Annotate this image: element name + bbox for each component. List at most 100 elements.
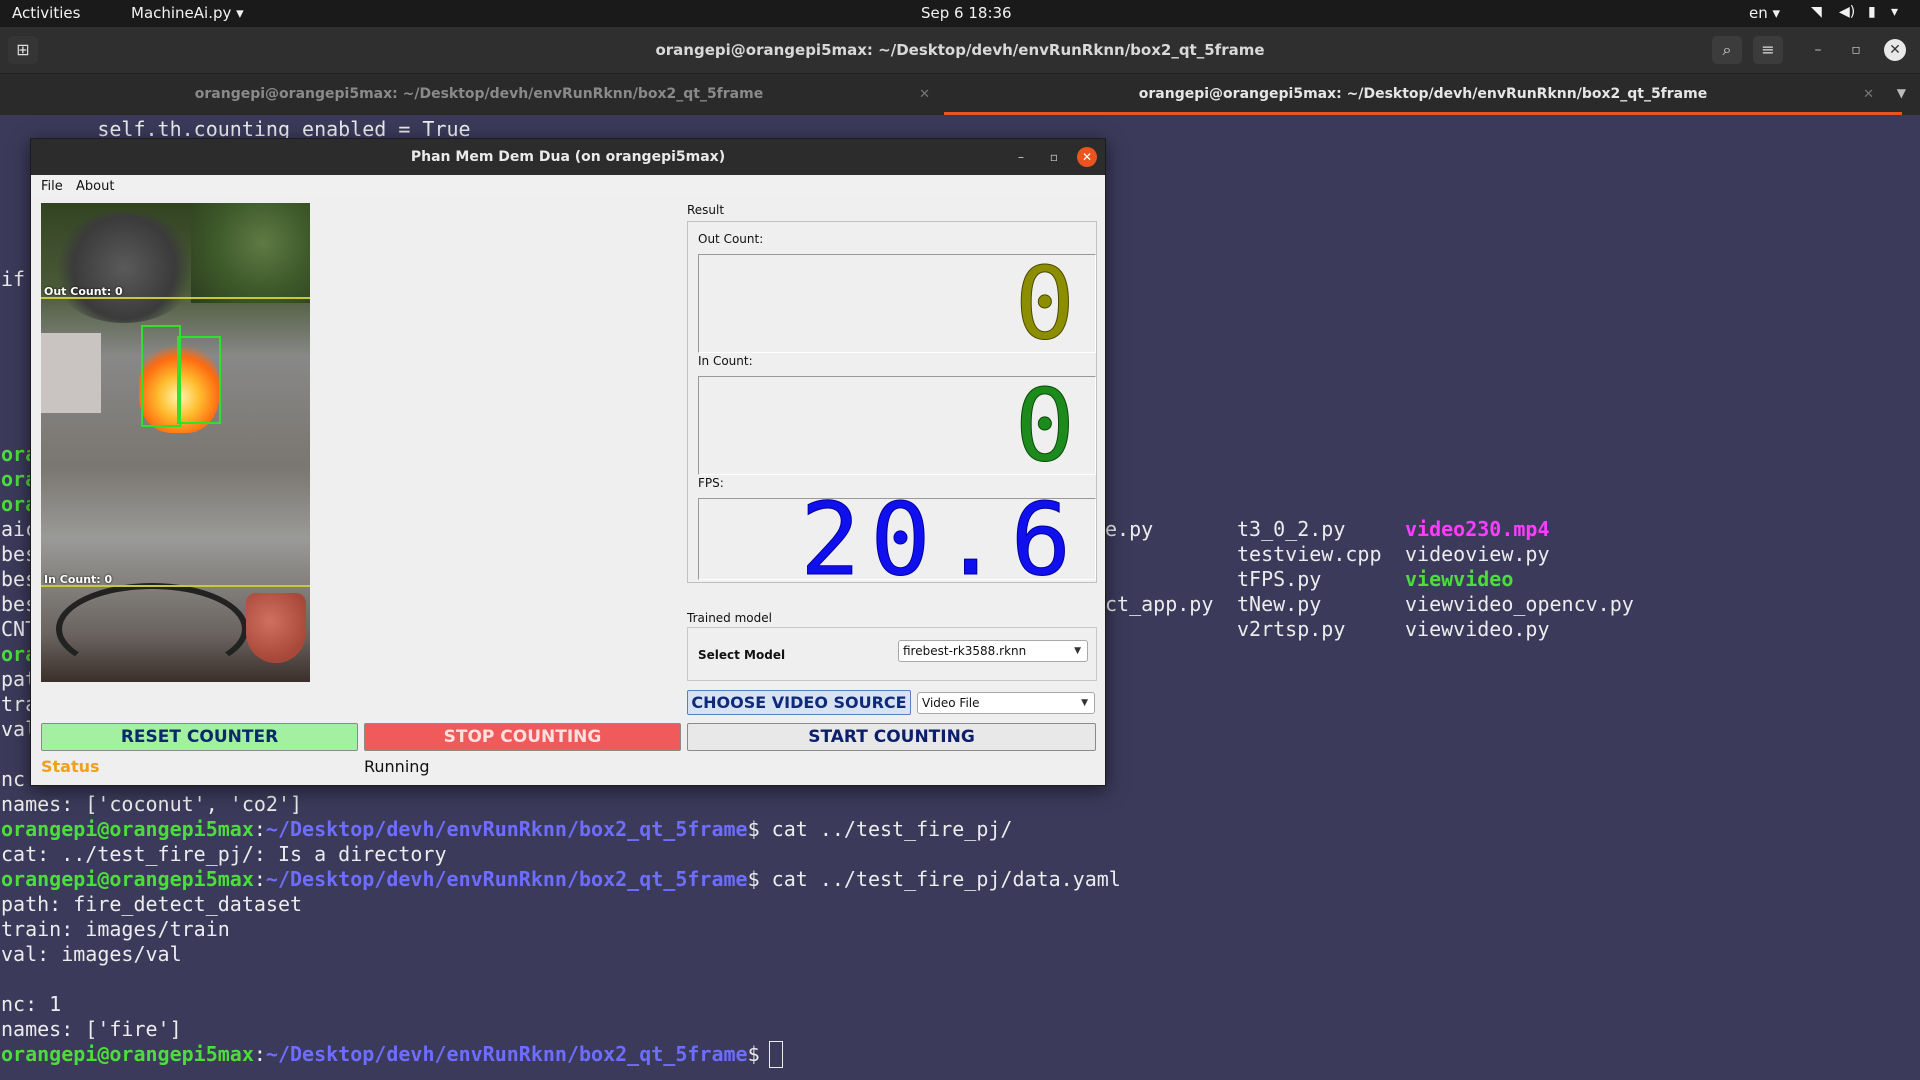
out-count-label: Out Count: [698, 232, 764, 246]
chevron-down-icon: ▾ [236, 4, 244, 22]
maximize-button[interactable]: ▫ [1845, 39, 1867, 61]
command-text: cat ../test_fire_pj/ [759, 817, 1013, 841]
terminal-line: train: images/train [1, 917, 230, 941]
detection-box [177, 336, 221, 424]
search-button[interactable]: ⌕ [1712, 36, 1742, 64]
tab-list-chevron-icon[interactable]: ▼ [1897, 86, 1906, 100]
file-name: tNew.py [1237, 592, 1322, 616]
close-icon: ✕ [1081, 150, 1093, 164]
file-name: v2rtsp.py [1237, 617, 1346, 641]
command-text: cat ../test_fire_pj/data.yaml [759, 867, 1121, 891]
app-menu-label: MachineAi.py [131, 4, 232, 22]
terminal-tab-bar: orangepi@orangepi5max: ~/Desktop/devh/en… [0, 74, 1920, 115]
start-counting-button[interactable]: START COUNTING [687, 723, 1096, 751]
terminal-tab-1[interactable]: orangepi@orangepi5max: ~/Desktop/devh/en… [0, 74, 958, 115]
choose-video-source-button[interactable]: CHOOSE VIDEO SOURCE [687, 690, 911, 715]
close-icon: ✕ [1889, 42, 1901, 58]
terminal-line: val: images/val [1, 942, 182, 966]
file-name: viewvideo [1405, 567, 1514, 591]
language-indicator[interactable]: en ▾ [1749, 4, 1780, 22]
menu-button[interactable]: ≡ [1753, 36, 1783, 64]
flower-pot [246, 593, 306, 663]
wifi-icon[interactable]: ◥ [1811, 4, 1822, 20]
chevron-down-icon: ▼ [1081, 698, 1088, 708]
in-count-display: 0 [698, 370, 1096, 481]
model-select-value: firebest-rk3588.rknn [903, 644, 1027, 658]
menu-file[interactable]: File [41, 179, 63, 194]
smoke [49, 213, 199, 323]
terminal-line: names: ['coconut', 'co2'] [1, 792, 303, 816]
volume-icon[interactable]: ◀) [1839, 4, 1855, 20]
app-titlebar[interactable]: Phan Mem Dem Dua (on orangepi5max) – ▫ ✕ [31, 139, 1105, 175]
fps-value: 20.6 [800, 481, 1081, 598]
app-maximize-button[interactable]: ▫ [1044, 147, 1064, 167]
terminal-line: path: fire_detect_dataset [1, 892, 303, 916]
clock[interactable]: Sep 6 18:36 [921, 4, 1012, 22]
minimize-button[interactable]: – [1807, 39, 1829, 61]
prompt-line: orangepi@orangepi5max:~/Desktop/devh/env… [1, 817, 1013, 841]
terminal-title: orangepi@orangepi5max: ~/Desktop/devh/en… [655, 41, 1265, 59]
close-tab-icon[interactable]: ✕ [1863, 74, 1874, 115]
prompt-line: orangepi@orangepi5max:~/Desktop/devh/env… [1, 867, 1121, 891]
app-menu-button[interactable]: MachineAi.py ▾ [131, 4, 244, 22]
tab-label: orangepi@orangepi5max: ~/Desktop/devh/en… [194, 86, 764, 102]
activities-button[interactable]: Activities [12, 4, 80, 22]
terminal-fragment: nc [1, 767, 26, 791]
stop-counting-button[interactable]: STOP COUNTING [364, 723, 681, 751]
close-tab-icon[interactable]: ✕ [919, 74, 930, 115]
menu-about[interactable]: About [76, 179, 114, 194]
file-name: t3_0_2.py [1237, 517, 1346, 541]
minimize-icon: – [1814, 42, 1822, 58]
result-panel: Out Count: 0 In Count: 0 FPS: 20.6 [687, 221, 1097, 595]
terminal-line: cat: ../test_fire_pj/: Is a directory [1, 842, 447, 866]
in-count-label: In Count: [698, 354, 753, 368]
chevron-down-icon: ▾ [1772, 4, 1781, 22]
shed [41, 333, 101, 413]
file-name: tFPS.py [1237, 567, 1322, 591]
prompt-path: ~/Desktop/devh/envRunRknn/box2_qt_5frame [265, 1042, 748, 1066]
file-name: video230.mp4 [1405, 517, 1550, 541]
reset-counter-button[interactable]: RESET COUNTER [41, 723, 358, 751]
app-close-button[interactable]: ✕ [1077, 147, 1097, 167]
terminal-tab-2[interactable]: orangepi@orangepi5max: ~/Desktop/devh/en… [944, 74, 1902, 115]
minimize-icon: – [1018, 150, 1024, 164]
video-in-count-label: In Count: 0 [44, 573, 113, 586]
counter-app-window: Phan Mem Dem Dua (on orangepi5max) – ▫ ✕… [30, 138, 1106, 786]
file-name: testview.cpp [1237, 542, 1382, 566]
prompt-user: orangepi@orangepi5max [1, 817, 254, 841]
hamburger-menu-icon: ≡ [1761, 40, 1775, 59]
app-title: Phan Mem Dem Dua (on orangepi5max) [410, 149, 726, 165]
garden-hose [56, 583, 248, 675]
result-label: Result [687, 203, 725, 217]
out-count-value: 0 [1014, 245, 1081, 362]
trained-model-label: Trained model [687, 611, 772, 625]
video-preview: Out Count: 0 In Count: 0 [41, 203, 310, 682]
terminal-line: nc: 1 [1, 992, 62, 1016]
prompt-user: orangepi@orangepi5max [1, 1042, 254, 1066]
trained-model-group: Select Model firebest-rk3588.rknn ▼ [687, 627, 1097, 681]
fps-label: FPS: [698, 476, 724, 490]
search-icon: ⌕ [1722, 40, 1732, 59]
status-label: Status [41, 757, 100, 776]
file-name: ct_app.py [1105, 592, 1214, 616]
app-minimize-button[interactable]: – [1011, 147, 1031, 167]
video-out-count-label: Out Count: 0 [44, 285, 123, 298]
model-select[interactable]: firebest-rk3588.rknn ▼ [898, 640, 1088, 662]
in-count-value: 0 [1014, 367, 1081, 484]
maximize-icon: ▫ [1851, 42, 1861, 58]
chevron-down-icon[interactable]: ▾ [1891, 4, 1898, 20]
video-source-value: Video File [922, 696, 980, 710]
trees-background [191, 203, 310, 303]
file-name: viewvideo_opencv.py [1405, 592, 1634, 616]
fps-display: 20.6 [698, 484, 1096, 595]
terminal-headerbar: ⊞ orangepi@orangepi5max: ~/Desktop/devh/… [0, 27, 1920, 74]
close-button[interactable]: ✕ [1884, 39, 1906, 61]
terminal-cursor [769, 1041, 783, 1068]
file-name: viewvideo.py [1405, 617, 1550, 641]
top-bar: Activities MachineAi.py ▾ Sep 6 18:36 en… [0, 0, 1920, 27]
file-name: videoview.py [1405, 542, 1550, 566]
language-label: en [1749, 4, 1768, 22]
prompt-path: ~/Desktop/devh/envRunRknn/box2_qt_5frame [265, 817, 748, 841]
video-source-select[interactable]: Video File ▼ [917, 692, 1095, 714]
battery-icon[interactable]: ▮ [1868, 4, 1876, 20]
